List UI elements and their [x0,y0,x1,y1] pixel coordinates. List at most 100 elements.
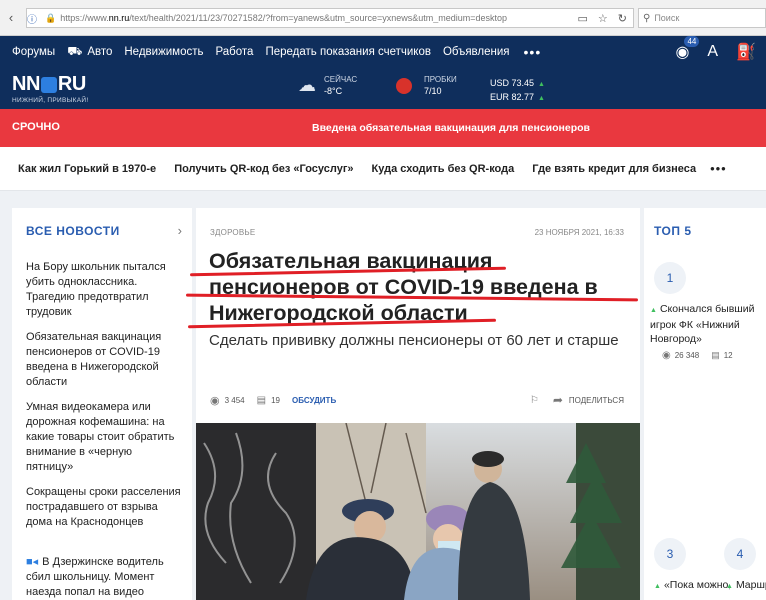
address-bar[interactable]: ⓘ 🔒 https://www.nn.ru/text/health/2021/1… [26,8,634,28]
comment-icon: ▤ [256,395,267,406]
all-news-title[interactable]: ВСЕ НОВОСТИ [26,224,120,238]
weather-label: СЕЙЧАС [324,75,358,84]
urgent-news-bar[interactable]: СРОЧНО Введена обязательная вакцинация д… [0,109,766,147]
views-icon: ◉ [210,395,220,407]
top5-item[interactable]: ▲«Пока можно, надо в [654,578,730,594]
nav-item-jobs[interactable]: Работа [216,46,254,58]
all-news-column: ВСЕ НОВОСТИ › На Бору школьник пытался у… [12,208,192,600]
browser-search-input[interactable]: ⚲ Поиск [638,8,766,28]
search-placeholder: Поиск [654,13,680,23]
logo-heart-icon [40,76,57,93]
article-date: 23 НОЯБРЯ 2021, 16:33 [534,228,624,237]
nav-item-meters[interactable]: Передать показания счетчиков [265,46,431,58]
trending-bar: Как жил Горький в 1970-е Получить QR-код… [0,147,766,191]
news-item[interactable]: Умная видеокамера или дорожная кофемашин… [26,400,182,475]
up-arrow-icon: ▲ [654,583,661,590]
top5-item[interactable]: ▲Маршрут говорит [726,578,766,594]
top5-views: 26 348 [674,351,700,360]
cloud-sun-icon: ☁ [298,75,316,95]
info-icon[interactable]: ⓘ [27,11,37,26]
search-icon: ⚲ [643,12,651,24]
share-button[interactable]: ПОДЕЛИТЬСЯ [569,396,624,405]
video-camera-icon: ■◂ [26,556,39,568]
news-item[interactable]: На Бору школьник пытался убить однокласс… [26,260,182,320]
share-area: ⚐ ➦ ПОДЕЛИТЬСЯ [530,393,624,407]
views-count: 3 454 [224,396,245,405]
comments-count: 19 [271,396,280,405]
top5-item-title: Скончался бывший игрок ФК «Нижний Новгор… [650,303,755,345]
traffic-value: 7/10 [424,86,442,96]
top5-column: ТОП 5 1 ▲ Скончался бывший игрок ФК «Нижн… [644,208,766,600]
article-photo [196,423,640,600]
news-item[interactable]: Обязательная вакцинация пенсионеров от C… [26,330,182,390]
car-icon: ⛟ [67,43,83,58]
site-top-nav: Форумы ⛟ Авто Недвижимость Работа Передат… [0,35,766,67]
nav-item-auto-label: Авто [87,45,113,58]
site-logo[interactable]: NN RU НИЖНИЙ, ПРИВЫКАЙ! [12,73,89,104]
up-arrow-icon: ▲ [538,95,545,102]
urgent-headline[interactable]: Введена обязательная вакцинация для пенс… [312,122,590,134]
reader-mode-icon[interactable]: ▭ [578,12,588,25]
top5-item-title: «Пока можно, надо в [663,579,730,591]
favorite-icon[interactable]: ☆ [598,12,608,25]
logo-bar: NN RU НИЖНИЙ, ПРИВЫКАЙ! ☁ СЕЙЧАС -8°C ПРО… [0,67,766,109]
urgent-tag: СРОЧНО [12,121,60,133]
font-size-icon[interactable]: A [707,43,718,61]
traffic-indicator-icon [396,77,412,94]
top5-item-stats: ◉ 26 348 ▤ 12 [662,350,733,361]
rank-badge: 4 [724,538,756,570]
eye-accessibility-icon[interactable]: ◉ 44 [675,35,700,62]
trending-item[interactable]: Где взять кредит для бизнеса [532,163,696,175]
top5-comments: 12 [723,351,733,360]
browser-toolbar: ‹ ⓘ 🔒 https://www.nn.ru/text/health/2021… [0,0,766,36]
trending-item[interactable]: Как жил Горький в 1970-е [18,163,156,175]
rank-badge: 3 [654,538,686,570]
discuss-link[interactable]: ОБСУДИТЬ [292,396,336,405]
cart-icon[interactable]: ⛽ [736,42,756,62]
top5-item-title: Маршрут говорит [735,579,766,591]
nav-item-realty[interactable]: Недвижимость [124,46,203,58]
article: ЗДОРОВЬЕ 23 НОЯБРЯ 2021, 16:33 Обязатель… [185,208,640,600]
nav-item-ads[interactable]: Объявления [443,46,510,58]
weather-widget[interactable]: ☁ СЕЙЧАС -8°C [298,75,357,96]
rank-badge: 1 [654,262,686,294]
lock-icon: 🔒 [45,12,57,23]
traffic-label: ПРОБКИ [424,75,457,84]
share-icon[interactable]: ➦ [553,393,563,407]
trending-item[interactable]: Получить QR-код без «Госуслуг» [174,163,353,175]
top5-title[interactable]: ТОП 5 [654,224,692,238]
trending-item[interactable]: Куда сходить без QR-кода [372,163,515,175]
url-text[interactable]: https://www.nn.ru/text/health/2021/11/23… [60,13,507,23]
logo-right: RU [57,73,86,95]
photo-elderly-people-outdoors [196,423,640,600]
logo-left: NN [12,73,40,95]
nav-more-button[interactable]: ••• [524,44,542,60]
bookmark-icon[interactable]: ⚐ [530,395,539,406]
article-rubric[interactable]: ЗДОРОВЬЕ [210,228,255,237]
comment-icon: ▤ [711,350,720,360]
reload-icon[interactable]: ↻ [618,12,627,25]
nav-item-auto[interactable]: ⛟ Авто [67,44,112,60]
top5-item[interactable]: ▲ Скончался бывший игрок ФК «Нижний Новго… [650,302,766,346]
article-title: Обязательная вакцинация пенсионеров от C… [209,249,598,325]
news-item[interactable]: Сокращены сроки расселения пострадавшего… [26,485,182,530]
views-icon: ◉ [662,350,671,361]
up-arrow-icon: ▲ [650,307,657,314]
logo-slogan: НИЖНИЙ, ПРИВЫКАЙ! [12,97,89,104]
article-subtitle: Сделать прививку должны пенсионеры от 60… [209,332,619,349]
traffic-widget[interactable]: ПРОБКИ 7/10 [396,75,457,96]
eur-rate: EUR 82.77 [490,92,535,102]
chevron-right-icon[interactable]: › [178,223,182,238]
notification-badge: 44 [684,35,700,47]
article-meta: ◉ 3 454 ▤ 19 ОБСУДИТЬ [210,394,336,407]
weather-value: -8°C [324,86,343,96]
back-icon[interactable]: ‹ [4,10,18,25]
up-arrow-icon: ▲ [726,583,733,590]
up-arrow-icon: ▲ [538,81,545,88]
news-item-video[interactable]: ■◂ В Дзержинске водитель сбил школьницу. … [26,555,182,600]
usd-rate: USD 73.45 [490,78,535,88]
trending-more-button[interactable]: ••• [710,161,727,176]
currency-rates[interactable]: USD 73.45 ▲ EUR 82.77 ▲ [490,77,545,105]
nav-item-forums[interactable]: Форумы [12,46,55,58]
news-item-text: В Дзержинске водитель сбил школьницу. Мо… [26,556,164,598]
